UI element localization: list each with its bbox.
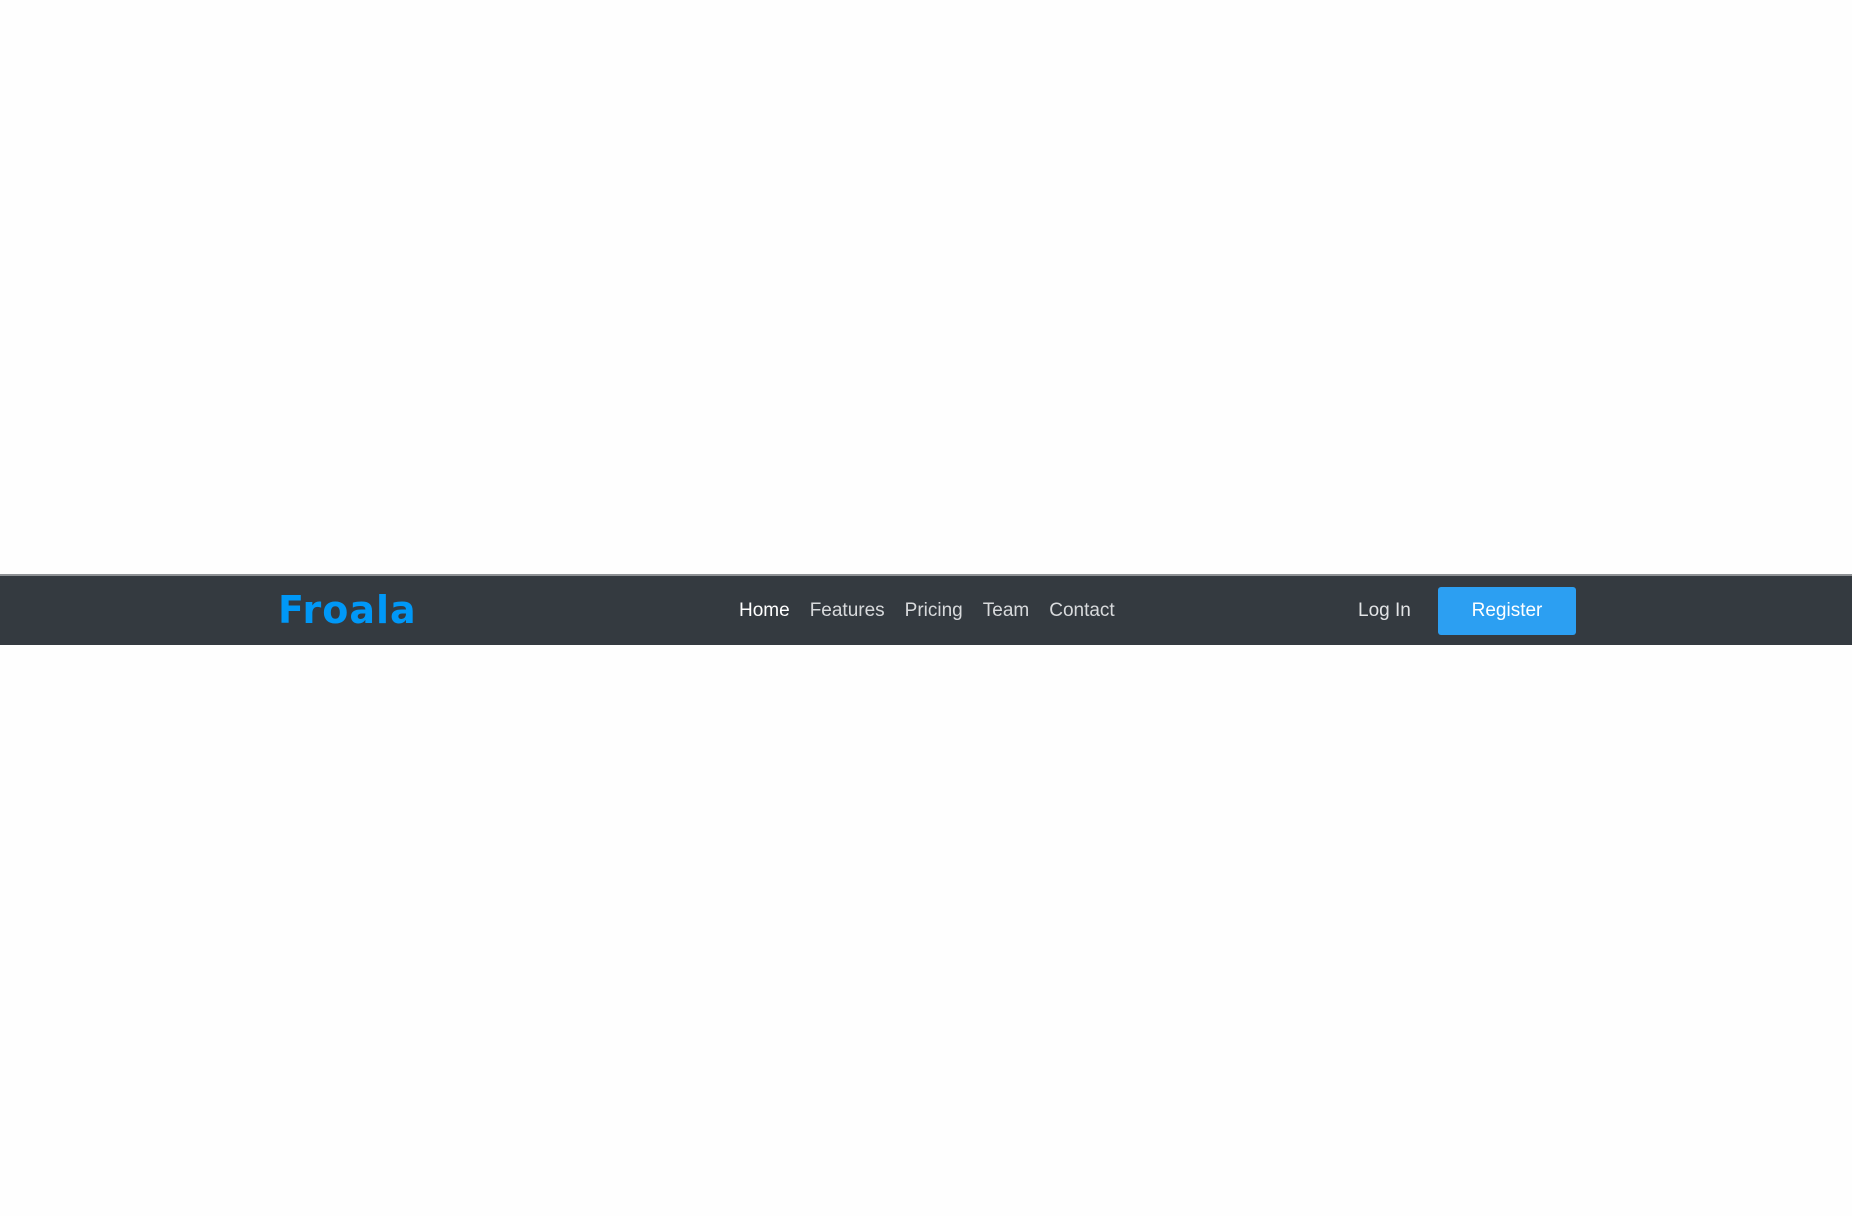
nav-item-team[interactable]: Team [973, 576, 1039, 645]
page: Froala Home Features Pricing Team Contac… [0, 0, 1852, 1216]
register-button[interactable]: Register [1438, 587, 1576, 635]
nav-item-pricing[interactable]: Pricing [895, 576, 973, 645]
nav-item-contact[interactable]: Contact [1039, 576, 1124, 645]
login-link[interactable]: Log In [1358, 576, 1411, 645]
brand-logo-text: Froala [278, 588, 417, 632]
nav-item-features[interactable]: Features [800, 576, 895, 645]
nav-item-home[interactable]: Home [729, 576, 800, 645]
nav-menu: Home Features Pricing Team Contact [729, 576, 1125, 645]
brand-logo[interactable]: Froala [278, 590, 417, 630]
top-navbar: Froala Home Features Pricing Team Contac… [0, 574, 1852, 645]
